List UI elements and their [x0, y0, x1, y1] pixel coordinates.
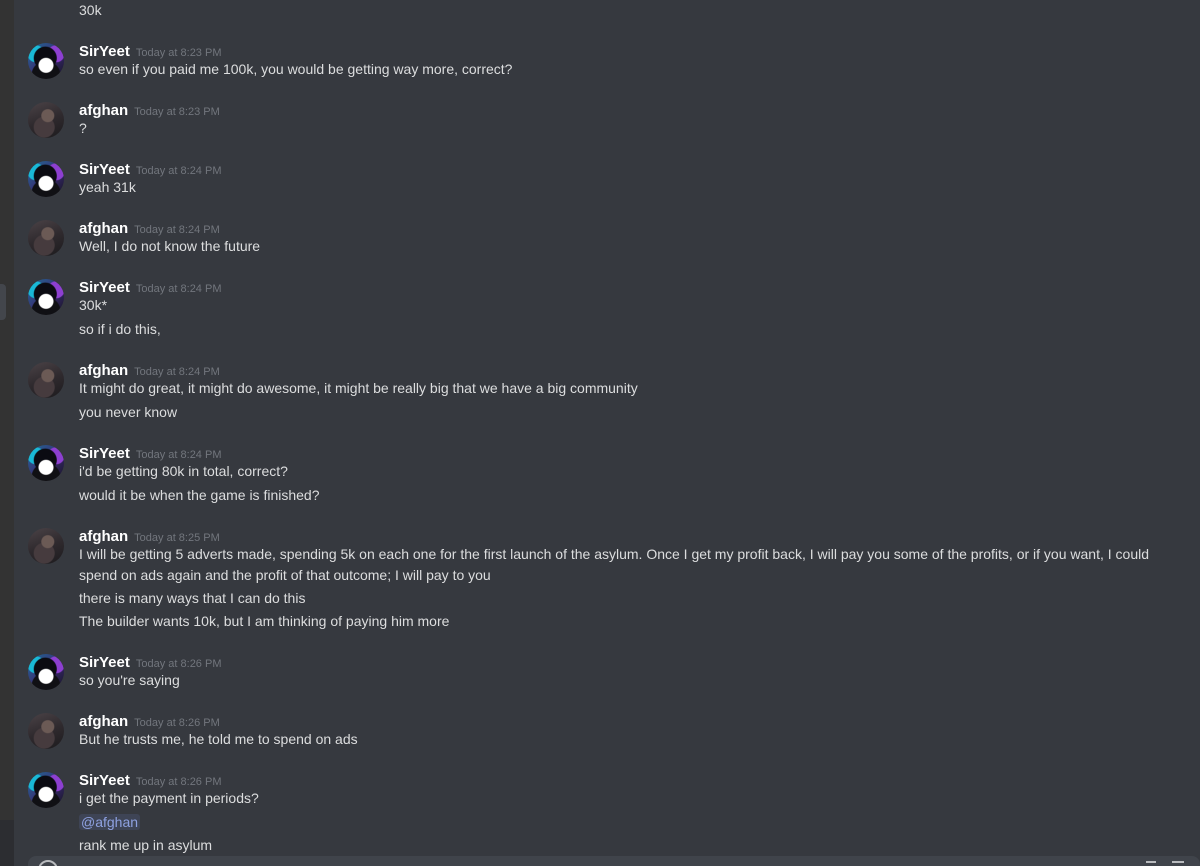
- message-line: so you're saying: [79, 672, 180, 688]
- afghan-avatar[interactable]: [28, 362, 64, 398]
- user-mention[interactable]: @afghan: [79, 813, 141, 830]
- message-line: i'd be getting 80k in total, correct?: [79, 463, 288, 479]
- afghan-avatar[interactable]: [28, 528, 64, 564]
- message-line: so even if you paid me 100k, you would b…: [79, 61, 513, 77]
- channel-sidebar-edge: [0, 0, 14, 866]
- sirYeet-avatar[interactable]: [28, 161, 64, 197]
- author-name[interactable]: SirYeet: [79, 161, 130, 178]
- message-line: The builder wants 10k, but I am thinking…: [79, 613, 450, 629]
- timestamp: Today at 8:23 PM: [135, 47, 222, 59]
- timestamp: Today at 8:24 PM: [135, 165, 222, 177]
- chat-window: 30k SirYeet Today at 8:23 PM so even if y…: [0, 0, 1200, 866]
- sirYeet-avatar[interactable]: [28, 43, 64, 79]
- sidebar-scroll-indicator[interactable]: [0, 284, 6, 320]
- message-line: Well, I do not know the future: [79, 238, 261, 254]
- message-line: i get the payment in periods?: [79, 790, 259, 806]
- timestamp: Today at 8:24 PM: [134, 224, 220, 236]
- timestamp: Today at 8:26 PM: [134, 717, 220, 729]
- message-line: there is many ways that I can do this: [79, 589, 306, 606]
- timestamp: Today at 8:23 PM: [134, 106, 220, 118]
- afghan-avatar[interactable]: [28, 713, 64, 749]
- author-name[interactable]: SirYeet: [79, 772, 130, 789]
- afghan-avatar[interactable]: [28, 102, 64, 138]
- timestamp: Today at 8:24 PM: [135, 449, 222, 461]
- author-name[interactable]: afghan: [79, 220, 128, 237]
- timestamp: Today at 8:24 PM: [134, 366, 220, 378]
- sirYeet-avatar[interactable]: [28, 445, 64, 481]
- message-line: rank me up in asylum: [79, 837, 213, 853]
- message-line: It might do great, it might do awesome, …: [79, 380, 638, 396]
- author-name[interactable]: afghan: [79, 713, 128, 730]
- message-input[interactable]: [28, 856, 1200, 866]
- sirYeet-avatar[interactable]: [28, 654, 64, 690]
- sirYeet-avatar[interactable]: [28, 772, 64, 808]
- author-name[interactable]: SirYeet: [79, 279, 130, 296]
- message-line: 30k: [79, 2, 102, 18]
- message-line: 30k*: [79, 297, 108, 313]
- add-attachment-icon[interactable]: [38, 860, 58, 866]
- timestamp: Today at 8:26 PM: [135, 776, 222, 788]
- message-line: ?: [79, 120, 87, 136]
- author-name[interactable]: afghan: [79, 102, 128, 119]
- gift-icon[interactable]: [1146, 861, 1156, 866]
- author-name[interactable]: afghan: [79, 362, 128, 379]
- message-line: I will be getting 5 adverts made, spendi…: [79, 546, 1149, 583]
- message-line: you never know: [79, 403, 178, 420]
- timestamp: Today at 8:26 PM: [135, 658, 222, 670]
- message-line: But he trusts me, he told me to spend on…: [79, 731, 358, 747]
- message-line: so if i do this,: [79, 320, 161, 337]
- sirYeet-avatar[interactable]: [28, 279, 64, 315]
- message-line: would it be when the game is finished?: [79, 486, 320, 503]
- message-line-mention: @afghan: [79, 812, 1189, 833]
- author-name[interactable]: afghan: [79, 528, 128, 545]
- timestamp: Today at 8:24 PM: [135, 283, 222, 295]
- emoji-icon[interactable]: [1172, 861, 1184, 866]
- author-name[interactable]: SirYeet: [79, 445, 130, 462]
- timestamp: Today at 8:25 PM: [134, 532, 220, 544]
- afghan-avatar[interactable]: [28, 220, 64, 256]
- message-line: yeah 31k: [79, 179, 136, 195]
- sidebar-bottom-panel: [0, 820, 14, 866]
- author-name[interactable]: SirYeet: [79, 43, 130, 60]
- author-name[interactable]: SirYeet: [79, 654, 130, 671]
